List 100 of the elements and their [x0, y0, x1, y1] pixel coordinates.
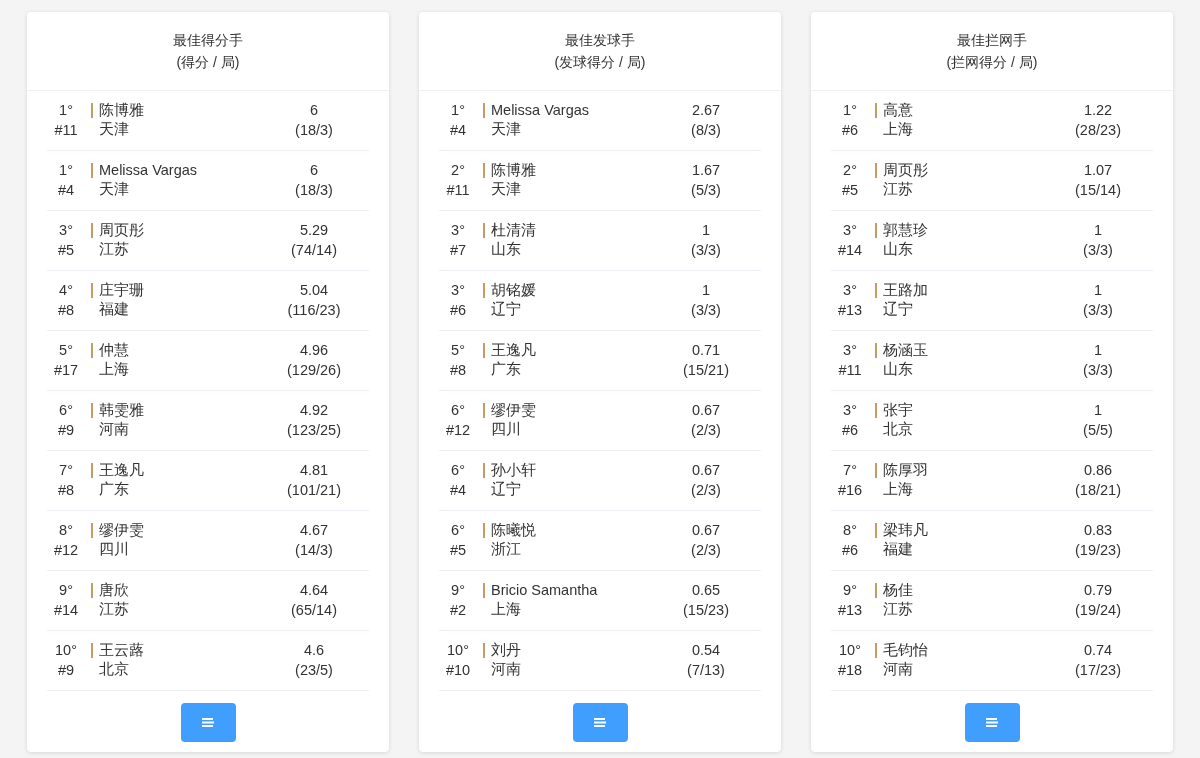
jersey-number: #8 [57, 300, 75, 320]
player-name: 杨涵玉 [875, 343, 928, 359]
player-name: 郭慧珍 [875, 223, 928, 239]
menu-icon [986, 718, 998, 727]
player-name: 唐欣 [91, 583, 129, 599]
team-name: 山东 [490, 240, 521, 260]
stat-value: 1 [1093, 281, 1103, 300]
stat-value: 1.22 [1083, 101, 1113, 120]
stat-ratio: (129/26) [287, 360, 341, 380]
player-name: 韩雯雅 [91, 403, 144, 419]
stat-ratio: (3/3) [691, 240, 721, 260]
jersey-number: #12 [53, 540, 79, 560]
stat-value: 4.92 [299, 401, 329, 420]
menu-button[interactable] [180, 703, 236, 742]
stat-value: 0.67 [691, 401, 721, 420]
team-name: 河南 [98, 420, 129, 440]
team-name: 北京 [98, 660, 129, 680]
rank-text: 3° [451, 281, 465, 300]
rank-text: 1° [59, 161, 73, 180]
player-name: 周页彤 [91, 223, 144, 239]
team-name: 四川 [98, 540, 129, 560]
stat-value: 1.67 [691, 161, 721, 180]
rank-text: 6° [451, 461, 465, 480]
stat-value: 0.83 [1083, 521, 1113, 540]
stat-value: 4.96 [299, 341, 329, 360]
menu-button[interactable] [572, 703, 628, 742]
jersey-number: #14 [837, 240, 863, 260]
jersey-number: #9 [57, 420, 75, 440]
team-name: 北京 [882, 420, 913, 440]
stat-value: 0.67 [691, 461, 721, 480]
card-title: 最佳得分手 [173, 31, 243, 50]
menu-icon [202, 718, 214, 727]
player-name: 王逸凡 [483, 343, 536, 359]
jersey-number: #6 [841, 120, 859, 140]
card-title: 最佳发球手 [565, 31, 635, 50]
player-name: Bricio Samantha [483, 583, 598, 599]
rank-text: 6° [451, 521, 465, 540]
rank-text: 9° [843, 581, 857, 600]
jersey-number: #14 [53, 600, 79, 620]
rank-text: 3° [843, 341, 857, 360]
player-name: Melissa Vargas [483, 103, 590, 119]
player-name: 陈曦悦 [483, 523, 536, 539]
jersey-number: #12 [445, 420, 471, 440]
stat-value: 4.6 [303, 641, 325, 660]
menu-icon [594, 718, 606, 727]
rank-text: 5° [59, 341, 73, 360]
rank-text: 2° [451, 161, 465, 180]
player-name: 刘丹 [483, 643, 521, 659]
stat-value: 1 [701, 281, 711, 300]
rank-text: 9° [451, 581, 465, 600]
stat-ratio: (19/23) [1075, 540, 1121, 560]
team-name: 江苏 [98, 240, 129, 260]
team-name: 江苏 [882, 180, 913, 200]
player-name: 高意 [875, 103, 913, 119]
stat-value: 0.79 [1083, 581, 1113, 600]
jersey-number: #8 [449, 360, 467, 380]
rank-text: 1° [59, 101, 73, 120]
team-name: 山东 [882, 240, 913, 260]
rank-text: 6° [451, 401, 465, 420]
team-name: 河南 [882, 660, 913, 680]
rank-text: 9° [59, 581, 73, 600]
player-name: 王逸凡 [91, 463, 144, 479]
player-name: Melissa Vargas [91, 163, 198, 179]
stat-value: 1 [1093, 341, 1103, 360]
stat-ratio: (14/3) [295, 540, 333, 560]
player-name: 陈厚羽 [875, 463, 928, 479]
team-name: 天津 [490, 120, 521, 140]
stat-ratio: (2/3) [691, 480, 721, 500]
jersey-number: #17 [53, 360, 79, 380]
stat-ratio: (3/3) [1083, 240, 1113, 260]
stat-ratio: (123/25) [287, 420, 341, 440]
team-name: 辽宁 [490, 300, 521, 320]
player-name: 张宇 [875, 403, 913, 419]
rank-text: 3° [843, 221, 857, 240]
stat-value: 1 [1093, 401, 1103, 420]
stat-value: 6 [309, 161, 319, 180]
player-name: 杜清清 [483, 223, 536, 239]
stat-ratio: (23/5) [295, 660, 333, 680]
player-name: 王云蕗 [91, 643, 144, 659]
stat-ratio: (17/23) [1075, 660, 1121, 680]
rank-text: 3° [843, 281, 857, 300]
team-name: 浙江 [490, 540, 521, 560]
jersey-number: #18 [837, 660, 863, 680]
jersey-number: #13 [837, 600, 863, 620]
stat-ratio: (5/3) [691, 180, 721, 200]
stat-ratio: (2/3) [691, 420, 721, 440]
stat-ratio: (3/3) [1083, 300, 1113, 320]
jersey-number: #7 [449, 240, 467, 260]
stat-value: 2.67 [691, 101, 721, 120]
rank-text: 7° [843, 461, 857, 480]
rank-text: 8° [843, 521, 857, 540]
stat-ratio: (5/5) [1083, 420, 1113, 440]
team-name: 河南 [490, 660, 521, 680]
team-name: 辽宁 [882, 300, 913, 320]
jersey-number: #4 [57, 180, 75, 200]
menu-button[interactable] [964, 703, 1020, 742]
team-name: 上海 [882, 480, 913, 500]
jersey-number: #4 [449, 120, 467, 140]
rank-text: 1° [451, 101, 465, 120]
rank-text: 4° [59, 281, 73, 300]
